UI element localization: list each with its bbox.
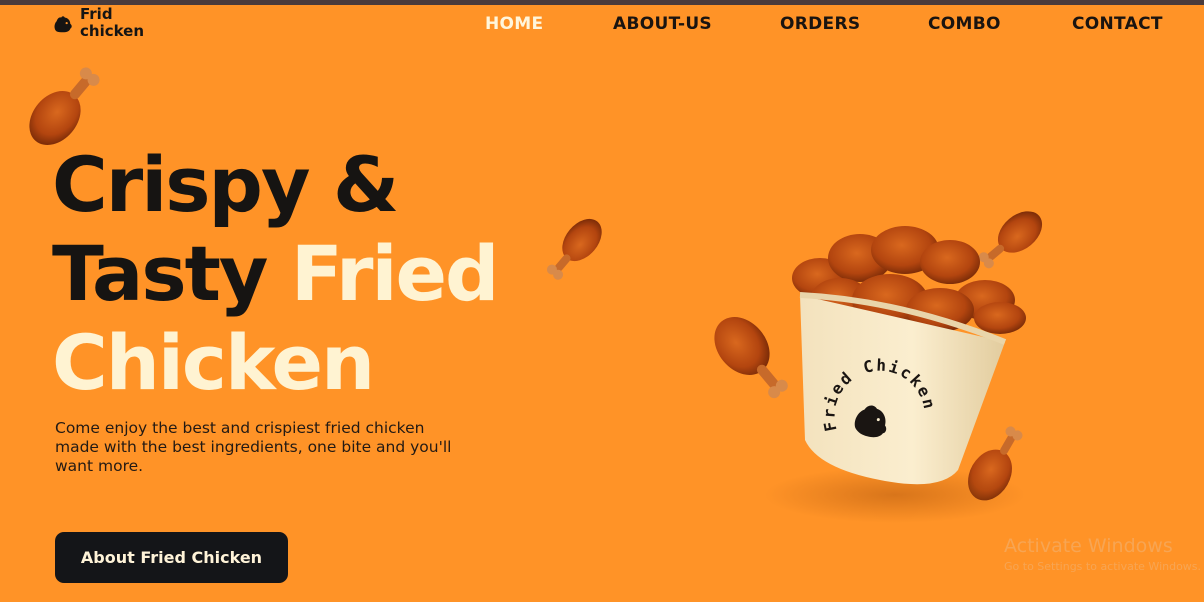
headline-line-2-dark: Tasty [52,229,291,318]
drumstick-image-2 [546,218,602,280]
hero-headline: Crispy & Tasty Fried Chicken [52,140,500,407]
watermark-title: Activate Windows [1004,535,1173,557]
drumstick-image-4 [714,317,788,399]
headline-line-3: Chicken [52,318,375,407]
drumstick-image-3 [978,211,1043,269]
hero-description: Come enjoy the best and crispiest fried … [55,419,452,475]
headline-line-1: Crispy & [52,140,399,229]
activate-windows-watermark: Activate Windows Go to Settings to activ… [1004,535,1204,573]
chicken-bucket-image: Fried Chicken [765,226,1026,523]
headline-line-2: Tasty Fried [52,229,500,318]
about-fried-chicken-button[interactable]: About Fried Chicken [55,532,288,583]
watermark-subtitle: Go to Settings to activate Windows. [1004,560,1202,573]
headline-line-2-cream: Fried [290,229,500,318]
